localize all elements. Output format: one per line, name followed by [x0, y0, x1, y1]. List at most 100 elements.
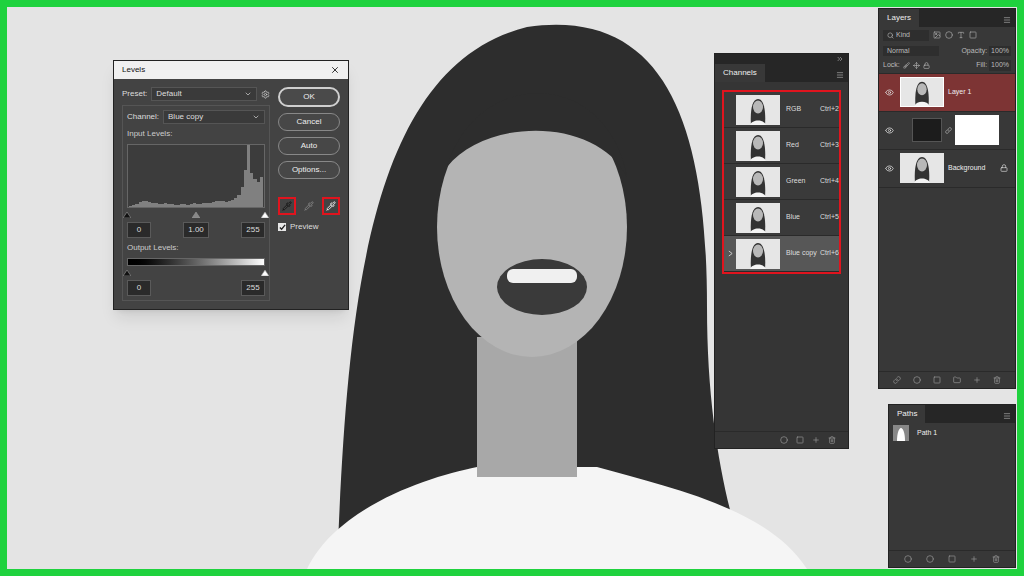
chevron-down-icon [252, 113, 260, 121]
eyedropper-icon [282, 201, 292, 211]
number-field[interactable]: 0 [127, 222, 151, 238]
lock-position-icon[interactable] [913, 62, 920, 69]
channel-row[interactable]: GreenCtrl+4 [724, 164, 839, 200]
chevron-down-icon [244, 90, 252, 98]
panel-tab[interactable]: Paths [889, 405, 925, 423]
number-field[interactable]: 1.00 [183, 222, 209, 238]
mask-icon[interactable] [933, 376, 941, 384]
check-icon [279, 224, 286, 231]
preview-checkbox[interactable]: Preview [278, 221, 318, 233]
link-icon[interactable] [945, 127, 952, 134]
lock-pixels-icon[interactable] [903, 62, 910, 69]
dialog-button[interactable]: Cancel [278, 113, 340, 131]
portrait-icon [736, 203, 780, 233]
eye-icon[interactable] [885, 88, 894, 97]
panel-tab[interactable]: Layers [879, 9, 919, 27]
search-icon [887, 32, 894, 39]
layer-row[interactable]: Background [879, 150, 1015, 188]
trash-icon[interactable] [993, 376, 1001, 384]
thumbnail [736, 203, 780, 233]
lock-icon [1000, 164, 1008, 172]
opacity-field[interactable]: 100% [989, 46, 1011, 57]
pixel-filter-icon[interactable] [933, 31, 941, 39]
menu-icon[interactable] [836, 71, 844, 79]
portrait-icon [736, 131, 780, 161]
path-row[interactable]: Path 1 [889, 423, 1015, 443]
slider-handle-icon[interactable] [123, 212, 131, 218]
new-path-icon[interactable] [970, 555, 978, 563]
slider-handle-icon[interactable] [123, 270, 131, 276]
save-selection-icon[interactable] [796, 436, 804, 444]
blend-row: NormalOpacity:100% [879, 44, 1015, 59]
close-icon[interactable] [330, 65, 340, 75]
eye-icon[interactable] [885, 164, 894, 173]
layer-row[interactable]: Layer 1 [879, 74, 1015, 112]
blend-select[interactable]: Normal [883, 46, 939, 57]
eye-icon[interactable] [885, 126, 894, 135]
dialog-button[interactable]: Auto [278, 137, 340, 155]
eyedropper-button[interactable] [278, 197, 296, 215]
visibility-icon[interactable] [728, 250, 733, 257]
preset-row: Preset:Default [122, 87, 270, 101]
channel-shortcut: Ctrl+2 [820, 104, 839, 115]
dialog-button[interactable]: OK [278, 87, 340, 107]
thumbnail [736, 167, 780, 197]
gear-icon[interactable] [261, 90, 270, 99]
number-field[interactable]: 255 [241, 280, 265, 296]
input-slider[interactable] [127, 212, 265, 218]
channel-select[interactable]: Blue copy [163, 110, 265, 124]
panel-header: Layers [879, 9, 1015, 27]
filter-select[interactable]: Kind [883, 30, 929, 41]
output-slider[interactable] [127, 270, 265, 276]
stroke-path-icon[interactable] [926, 555, 934, 563]
channel-shortcut: Ctrl+3 [820, 140, 839, 151]
lock-all-icon[interactable] [923, 62, 930, 69]
thumbnail [736, 95, 780, 125]
portrait-icon [901, 78, 943, 106]
lock-row: Lock:Fill:100% [879, 58, 1015, 74]
channel-shortcut: Ctrl+6 [820, 248, 839, 259]
link-layers-icon[interactable] [893, 376, 901, 384]
channel-row[interactable]: RGBCtrl+2 [724, 92, 839, 128]
new-channel-icon[interactable] [812, 436, 820, 444]
mask-icon[interactable] [948, 555, 956, 563]
panel-toolbar [715, 431, 848, 448]
adjustment-filter-icon[interactable] [945, 31, 953, 39]
fill-path-icon[interactable] [904, 555, 912, 563]
number-field[interactable]: 255 [241, 222, 265, 238]
adjustment-thumbnail [912, 118, 942, 142]
panel-tab[interactable]: Channels [715, 64, 765, 82]
group-icon[interactable] [953, 376, 961, 384]
channel-row[interactable]: RedCtrl+3 [724, 128, 839, 164]
slider-handle-icon[interactable] [261, 212, 269, 218]
trash-icon[interactable] [828, 436, 836, 444]
channel-row: Channel:Blue copy [127, 110, 265, 124]
slider-handle-icon[interactable] [192, 212, 200, 218]
collapse-icon[interactable] [836, 55, 844, 63]
thumbnail [900, 77, 944, 107]
preset-select[interactable]: Default [151, 87, 257, 101]
eyedropper-button[interactable] [322, 197, 340, 215]
input-levels-label: Input Levels: [127, 128, 265, 140]
channel-row[interactable]: BlueCtrl+5 [724, 200, 839, 236]
eyedropper-button[interactable] [300, 197, 318, 215]
trash-icon[interactable] [992, 555, 1000, 563]
checkbox[interactable] [278, 223, 286, 231]
channel-row[interactable]: Blue copyCtrl+6 [724, 236, 839, 272]
layer-row[interactable] [879, 112, 1015, 150]
new-layer-icon[interactable] [973, 376, 981, 384]
shape-filter-icon[interactable] [969, 31, 977, 39]
channel-name: Blue [786, 212, 820, 223]
dialog-button[interactable]: Options... [278, 161, 340, 179]
number-field[interactable]: 0 [127, 280, 151, 296]
mask-thumbnail [955, 115, 999, 145]
menu-icon[interactable] [1003, 16, 1011, 24]
fill-field[interactable]: 100% [989, 60, 1011, 71]
output-levels-label: Output Levels: [127, 242, 265, 254]
menu-icon[interactable] [1003, 412, 1011, 420]
type-filter-icon[interactable] [957, 31, 965, 39]
load-selection-icon[interactable] [780, 436, 788, 444]
screen: LevelsPreset:DefaultChannel:Blue copyInp… [0, 0, 1024, 576]
fx-icon[interactable] [913, 376, 921, 384]
slider-handle-icon[interactable] [261, 270, 269, 276]
